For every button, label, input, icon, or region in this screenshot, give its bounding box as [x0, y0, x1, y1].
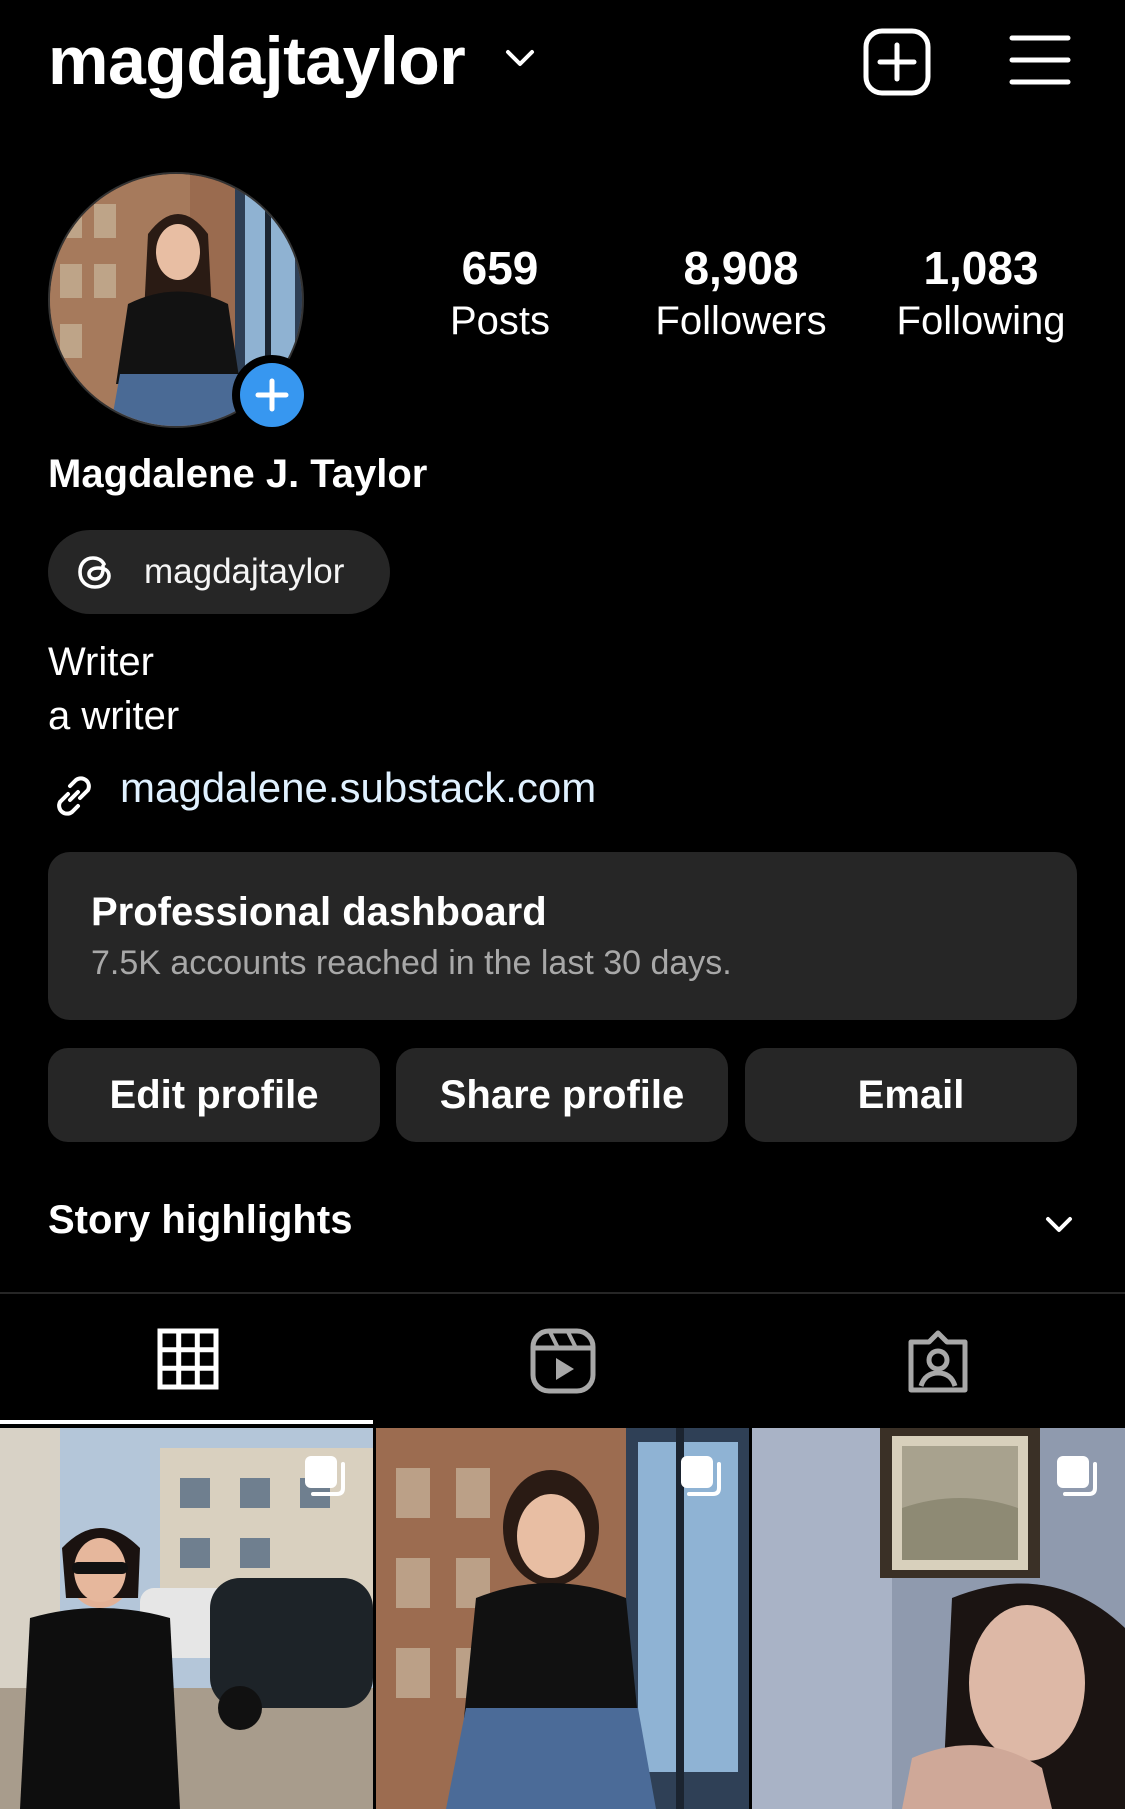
bio-category: Writer: [48, 640, 154, 684]
full-name: Magdalene J. Taylor: [48, 452, 428, 496]
followers-stat[interactable]: 8,908 Followers: [631, 240, 851, 346]
tagged-icon: [908, 1330, 967, 1393]
chevron-down-icon[interactable]: [1040, 1210, 1078, 1240]
divider: [0, 1292, 1125, 1294]
post-thumbnail[interactable]: [0, 1428, 373, 1809]
threads-icon: [78, 556, 111, 589]
tab-tagged[interactable]: [750, 1300, 1125, 1422]
posts-label: Posts: [449, 299, 551, 343]
active-tab-indicator: [0, 1420, 373, 1424]
following-count: 1,083: [923, 242, 1039, 294]
followers-count: 8,908: [683, 242, 799, 294]
plus-icon: [255, 378, 289, 412]
carousel-icon: [681, 1456, 721, 1496]
posts-stat[interactable]: 659 Posts: [390, 240, 610, 346]
chevron-down-icon[interactable]: [500, 44, 540, 74]
post-thumbnail[interactable]: [752, 1428, 1125, 1809]
following-label: Following: [896, 299, 1066, 343]
new-post-icon[interactable]: [862, 27, 932, 97]
link-icon: [57, 776, 91, 816]
following-stat[interactable]: 1,083 Following: [871, 240, 1091, 346]
email-button[interactable]: Email: [745, 1048, 1077, 1142]
threads-badge[interactable]: magdajtaylor: [48, 530, 390, 614]
menu-icon[interactable]: [1008, 30, 1072, 90]
edit-profile-button[interactable]: Edit profile: [48, 1048, 380, 1142]
add-story-badge: [240, 363, 304, 427]
username-switcher[interactable]: magdajtaylor: [48, 22, 466, 100]
add-story-button[interactable]: [232, 355, 312, 435]
followers-label: Followers: [655, 299, 827, 343]
reels-icon: [530, 1328, 595, 1394]
grid-icon: [157, 1328, 218, 1390]
tab-grid[interactable]: [0, 1300, 375, 1422]
carousel-icon: [305, 1456, 345, 1496]
dashboard-subtitle: 7.5K accounts reached in the last 30 day…: [91, 944, 732, 982]
top-bar: magdajtaylor: [0, 0, 1125, 130]
posts-count: 659: [461, 242, 539, 294]
professional-dashboard[interactable]: Professional dashboard 7.5K accounts rea…: [48, 852, 1077, 1020]
share-profile-button[interactable]: Share profile: [396, 1048, 728, 1142]
dashboard-title: Professional dashboard: [91, 890, 547, 934]
tab-reels[interactable]: [375, 1300, 750, 1422]
bio-link-text: magdalene.substack.com: [120, 764, 597, 811]
bio-text: a writer: [48, 694, 180, 738]
story-highlights-title[interactable]: Story highlights: [48, 1198, 352, 1243]
carousel-icon: [1057, 1456, 1097, 1496]
threads-handle: magdajtaylor: [144, 552, 345, 591]
post-thumbnail[interactable]: [376, 1428, 749, 1809]
